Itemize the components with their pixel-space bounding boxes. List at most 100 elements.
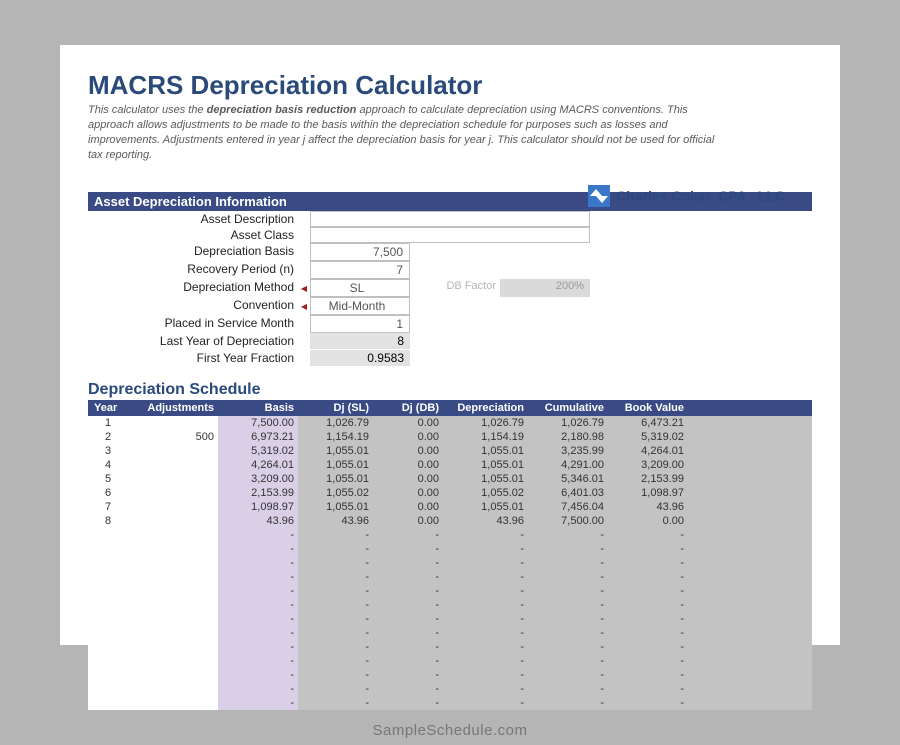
table-cell: 0.00 — [373, 430, 443, 444]
table-cell — [128, 528, 218, 542]
table-cell: 1,055.01 — [298, 472, 373, 486]
table-cell: 1,154.19 — [443, 430, 528, 444]
table-cell: - — [443, 528, 528, 542]
label-recovery-period: Recovery Period (n) — [88, 261, 298, 279]
table-cell — [128, 584, 218, 598]
table-cell — [88, 542, 128, 556]
table-cell: - — [298, 612, 373, 626]
col-basis: 7,500.006,973.215,319.024,264.013,209.00… — [218, 416, 298, 710]
table-cell: 1,055.01 — [443, 458, 528, 472]
input-asset-class[interactable] — [310, 227, 590, 243]
table-cell — [88, 696, 128, 710]
table-cell: - — [298, 640, 373, 654]
table-cell: - — [608, 570, 688, 584]
table-cell: - — [218, 598, 298, 612]
table-cell — [128, 668, 218, 682]
table-cell — [128, 444, 218, 458]
dropdown-chevron-icon: ◀ — [298, 279, 310, 297]
table-cell: - — [528, 556, 608, 570]
table-cell: - — [528, 584, 608, 598]
table-cell — [128, 416, 218, 430]
col-book-value: 6,473.215,319.024,264.013,209.002,153.99… — [608, 416, 688, 710]
table-cell: - — [443, 612, 528, 626]
table-cell: 2,180.98 — [528, 430, 608, 444]
table-cell: - — [608, 696, 688, 710]
table-cell: - — [218, 584, 298, 598]
table-cell — [88, 598, 128, 612]
info-grid: Asset Description Asset Class Depreciati… — [88, 211, 812, 367]
table-cell — [88, 528, 128, 542]
table-cell: 4 — [88, 458, 128, 472]
col-dj-sl: 1,026.791,154.191,055.011,055.011,055.01… — [298, 416, 373, 710]
table-cell: 43.96 — [298, 514, 373, 528]
table-cell — [128, 612, 218, 626]
page-title: MACRS Depreciation Calculator — [88, 70, 812, 101]
table-cell — [88, 654, 128, 668]
table-cell: 4,264.01 — [608, 444, 688, 458]
value-first-year-fraction: 0.9583 — [310, 350, 410, 367]
table-cell: - — [528, 542, 608, 556]
table-cell: - — [608, 640, 688, 654]
table-cell: 0.00 — [373, 500, 443, 514]
table-cell: 6 — [88, 486, 128, 500]
table-cell: - — [443, 668, 528, 682]
table-cell: - — [443, 626, 528, 640]
table-cell: 7,500.00 — [528, 514, 608, 528]
table-cell: 2,153.99 — [608, 472, 688, 486]
schedule-header-row: Year Adjustments Basis Dj (SL) Dj (DB) D… — [88, 400, 812, 416]
table-cell: 1,154.19 — [298, 430, 373, 444]
table-cell: - — [608, 542, 688, 556]
table-cell: - — [373, 612, 443, 626]
table-cell — [88, 556, 128, 570]
table-cell: 1,055.01 — [298, 458, 373, 472]
table-cell — [128, 458, 218, 472]
table-cell: - — [528, 598, 608, 612]
input-recovery-period[interactable]: 7 — [310, 261, 410, 279]
table-cell: - — [528, 528, 608, 542]
input-depreciation-method[interactable]: SL — [310, 279, 410, 297]
table-cell: 2 — [88, 430, 128, 444]
table-cell: - — [528, 696, 608, 710]
table-cell: - — [443, 556, 528, 570]
col-filler — [688, 416, 812, 710]
table-cell: 1,026.79 — [298, 416, 373, 430]
table-cell: 4,264.01 — [218, 458, 298, 472]
table-cell: - — [608, 598, 688, 612]
table-cell: 1,055.01 — [443, 472, 528, 486]
table-cell: - — [218, 668, 298, 682]
table-cell: - — [298, 584, 373, 598]
table-cell: - — [218, 612, 298, 626]
label-asset-class: Asset Class — [88, 227, 298, 243]
logo-icon — [588, 185, 610, 207]
table-cell — [128, 654, 218, 668]
table-cell: - — [608, 528, 688, 542]
table-cell: 7,500.00 — [218, 416, 298, 430]
table-cell — [128, 696, 218, 710]
table-cell: 3,209.00 — [218, 472, 298, 486]
table-cell — [88, 640, 128, 654]
table-cell: - — [218, 528, 298, 542]
col-header-cumulative: Cumulative — [528, 402, 608, 414]
table-cell — [88, 584, 128, 598]
table-cell: - — [373, 626, 443, 640]
table-cell: - — [608, 626, 688, 640]
table-cell: - — [373, 584, 443, 598]
col-depreciation: 1,026.791,154.191,055.011,055.011,055.01… — [443, 416, 528, 710]
table-cell: 2,153.99 — [218, 486, 298, 500]
table-cell — [128, 640, 218, 654]
table-cell: - — [608, 682, 688, 696]
document-page: MACRS Depreciation Calculator This calcu… — [60, 45, 840, 645]
table-cell: - — [528, 654, 608, 668]
table-cell: - — [218, 682, 298, 696]
table-cell: 7 — [88, 500, 128, 514]
input-depreciation-basis[interactable]: 7,500 — [310, 243, 410, 261]
table-cell — [128, 556, 218, 570]
table-cell: 1 — [88, 416, 128, 430]
watermark-text: SampleSchedule.com — [0, 722, 900, 739]
input-placed-in-service[interactable]: 1 — [310, 315, 410, 333]
input-convention[interactable]: Mid-Month — [310, 297, 410, 315]
table-cell: - — [218, 570, 298, 584]
col-header-year: Year — [88, 402, 128, 414]
label-first-year-fraction: First Year Fraction — [88, 350, 298, 367]
input-asset-description[interactable] — [310, 211, 590, 227]
